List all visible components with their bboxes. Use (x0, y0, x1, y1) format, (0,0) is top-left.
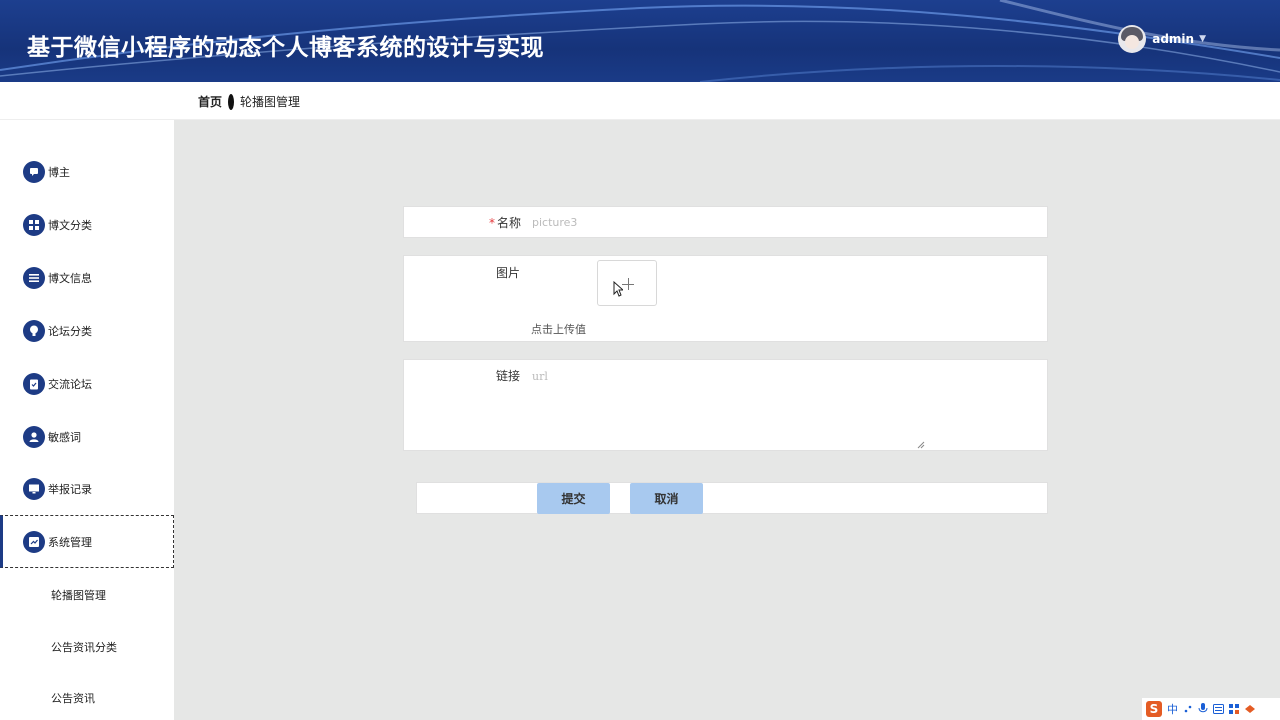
sidebar-subitem-news-category[interactable]: 公告资讯分类 (51, 639, 117, 655)
sidebar-item-label: 系统管理 (48, 535, 92, 549)
ime-mode-label[interactable]: 中 (1167, 701, 1178, 717)
form-row-link: 链接 url (403, 359, 1048, 451)
breadcrumb-bar: 首页 轮播图管理 (0, 82, 1280, 120)
sidebar-item-blogger[interactable]: 博主 (0, 145, 174, 198)
name-input[interactable]: picture3 (532, 216, 577, 229)
sidebar-item-label: 博文信息 (48, 271, 92, 285)
sidebar-item-label: 论坛分类 (48, 324, 92, 338)
sidebar-subitem-news[interactable]: 公告资讯 (51, 690, 95, 706)
form-row-actions: 提交 取消 (416, 482, 1048, 514)
form-row-image: 图片 点击上传值 (403, 255, 1048, 342)
sidebar-item-label: 博主 (48, 165, 70, 179)
form-row-name: * 名称 picture3 (403, 206, 1048, 238)
mouse-cursor-icon (613, 281, 623, 297)
list-icon (23, 266, 45, 289)
punctuation-icon[interactable] (1183, 704, 1193, 714)
breadcrumb: 首页 轮播图管理 (198, 93, 300, 110)
bulb-icon (23, 319, 45, 342)
sidebar-item-label: 敏感词 (48, 430, 81, 444)
user-icon (23, 425, 45, 448)
microphone-icon[interactable] (1198, 703, 1208, 715)
sidebar-item-system-management[interactable]: 系统管理 (0, 515, 174, 568)
image-label: 图片 (496, 266, 521, 280)
sidebar-item-forum[interactable]: 交流论坛 (0, 357, 174, 410)
grid-icon (23, 213, 45, 236)
sidebar-subitem-carousel[interactable]: 轮播图管理 (51, 587, 106, 603)
sidebar-item-post-info[interactable]: 博文信息 (0, 251, 174, 304)
sidebar-item-label: 交流论坛 (48, 377, 92, 391)
sidebar-item-post-category[interactable]: 博文分类 (0, 198, 174, 251)
cancel-button[interactable]: 取消 (630, 483, 703, 514)
app-title: 基于微信小程序的动态个人博客系统的设计与实现 (27, 35, 544, 61)
sidebar-item-forum-category[interactable]: 论坛分类 (0, 304, 174, 357)
main-content: * 名称 picture3 图片 点击上传值 链接 url 提交 取消 (174, 120, 1280, 720)
chevron-down-icon[interactable]: ▼ (1199, 34, 1206, 44)
skin-icon[interactable] (1244, 704, 1256, 714)
sogou-logo-icon[interactable]: S (1146, 701, 1162, 717)
link-label: 链接 (496, 369, 521, 383)
user-menu[interactable]: admin ▼ (1118, 25, 1206, 53)
breadcrumb-current: 轮播图管理 (240, 95, 301, 109)
chart-icon (23, 530, 45, 553)
submit-button[interactable]: 提交 (537, 483, 610, 514)
ime-toolbar[interactable]: S 中 (1142, 698, 1280, 720)
top-header: 基于微信小程序的动态个人博客系统的设计与实现 admin ▼ (0, 0, 1280, 82)
username[interactable]: admin (1152, 32, 1194, 46)
avatar[interactable] (1118, 25, 1147, 53)
apps-grid-icon[interactable] (1229, 704, 1239, 714)
sidebar: 博主 博文分类 博文信息 论坛分类 交流论坛 敏感词 举报记录 系统管理 轮播图… (0, 120, 174, 720)
sidebar-item-label: 举报记录 (48, 482, 92, 496)
clipboard-icon (23, 372, 45, 395)
link-textarea[interactable]: url (532, 370, 548, 383)
required-marker: * (489, 216, 495, 230)
chat-icon (23, 160, 45, 183)
sidebar-item-label: 博文分类 (48, 218, 92, 232)
breadcrumb-separator-icon (228, 93, 235, 110)
name-label: * 名称 (489, 216, 522, 230)
keyboard-icon[interactable] (1213, 704, 1224, 714)
image-upload-hint: 点击上传值 (531, 323, 586, 336)
breadcrumb-home[interactable]: 首页 (198, 93, 222, 110)
monitor-icon (23, 477, 45, 500)
image-upload-button[interactable] (597, 260, 657, 306)
sidebar-item-report-records[interactable]: 举报记录 (0, 462, 174, 515)
sidebar-item-sensitive-words[interactable]: 敏感词 (0, 410, 174, 463)
resize-handle-icon[interactable] (917, 441, 925, 449)
